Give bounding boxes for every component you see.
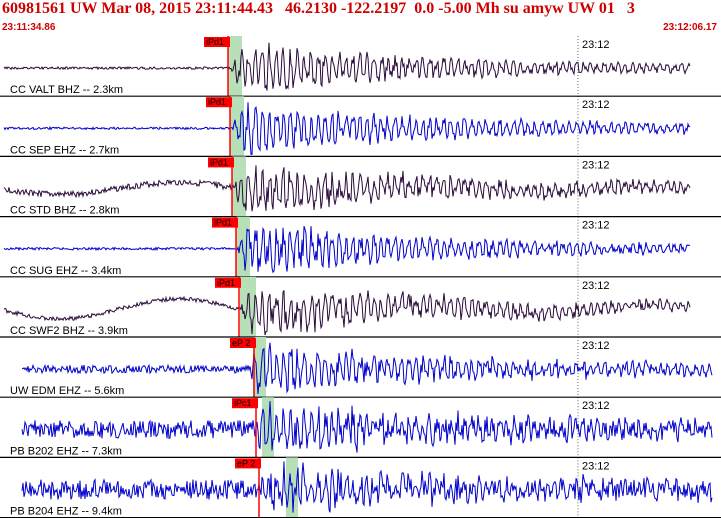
pick-label: eP 2 [232, 338, 250, 348]
time-mark-label: 23:12 [582, 99, 610, 111]
pick-label: eP 2 [237, 458, 255, 468]
trace-row[interactable]: eP 2 23:12 UW EDM EHZ -- 5.6km [0, 337, 721, 398]
time-mark-label: 23:12 [582, 159, 610, 171]
station-label: UW EDM EHZ -- 5.6km [10, 385, 124, 397]
station-label: CC STD BHZ -- 2.8km [10, 205, 119, 217]
trace-row[interactable]: iPd1 23:12 CC SEP EHZ -- 2.7km [0, 96, 721, 158]
trace-row[interactable]: iPd1 23:12 CC STD BHZ -- 2.8km [0, 156, 721, 218]
time-mark-label: 23:12 [582, 220, 610, 232]
pick-label: iPd1 [214, 218, 232, 228]
station-label: CC SEP EHZ -- 2.7km [10, 144, 119, 156]
trace-row[interactable]: iPc1 23:12 PB B202 EHZ -- 7.3km [0, 397, 721, 458]
trace-row[interactable]: iPd1 23:12 CC SUG EHZ -- 3.4km [0, 216, 721, 278]
station-label: CC VALT BHZ -- 2.3km [10, 84, 123, 96]
time-mark-label: 23:12 [582, 460, 610, 472]
window-end-time: 23:12:06.17 [663, 22, 717, 33]
time-mark-label: 23:12 [582, 280, 610, 292]
pick-window-shade [230, 96, 244, 157]
station-label: CC SWF2 BHZ -- 3.9km [10, 325, 128, 337]
pick-label: iPd1 [210, 157, 228, 167]
pick-label: iPc1 [234, 398, 252, 408]
station-label: PB B204 EHZ -- 9.4km [10, 506, 122, 518]
window-start-time: 23:11:34.86 [2, 22, 56, 33]
event-header-title: 60981561 UW Mar 08, 2015 23:11:44.43 46.… [2, 0, 635, 17]
time-mark-label: 23:12 [582, 400, 610, 412]
pick-label: iPd1 [217, 278, 235, 288]
pick-label: iPd1 [208, 97, 226, 107]
station-label: CC SUG EHZ -- 3.4km [10, 265, 121, 277]
time-mark-label: 23:12 [582, 340, 610, 352]
station-label: PB B202 EHZ -- 7.3km [10, 445, 122, 457]
seismogram-panel[interactable]: iPd1 23:12 CC VALT BHZ -- 2.3km iPd1 23:12 CC… [0, 36, 721, 518]
trace-row[interactable]: iPd1 23:12 CC VALT BHZ -- 2.3km [0, 36, 721, 97]
time-mark-label: 23:12 [582, 39, 610, 51]
trace-row[interactable]: iPd1 23:12 CC SWF2 BHZ -- 3.9km [0, 276, 721, 338]
trace-row[interactable]: eP 2 23:12 PB B204 EHZ -- 9.4km [0, 457, 721, 518]
pick-label: iPd1 [206, 37, 224, 47]
